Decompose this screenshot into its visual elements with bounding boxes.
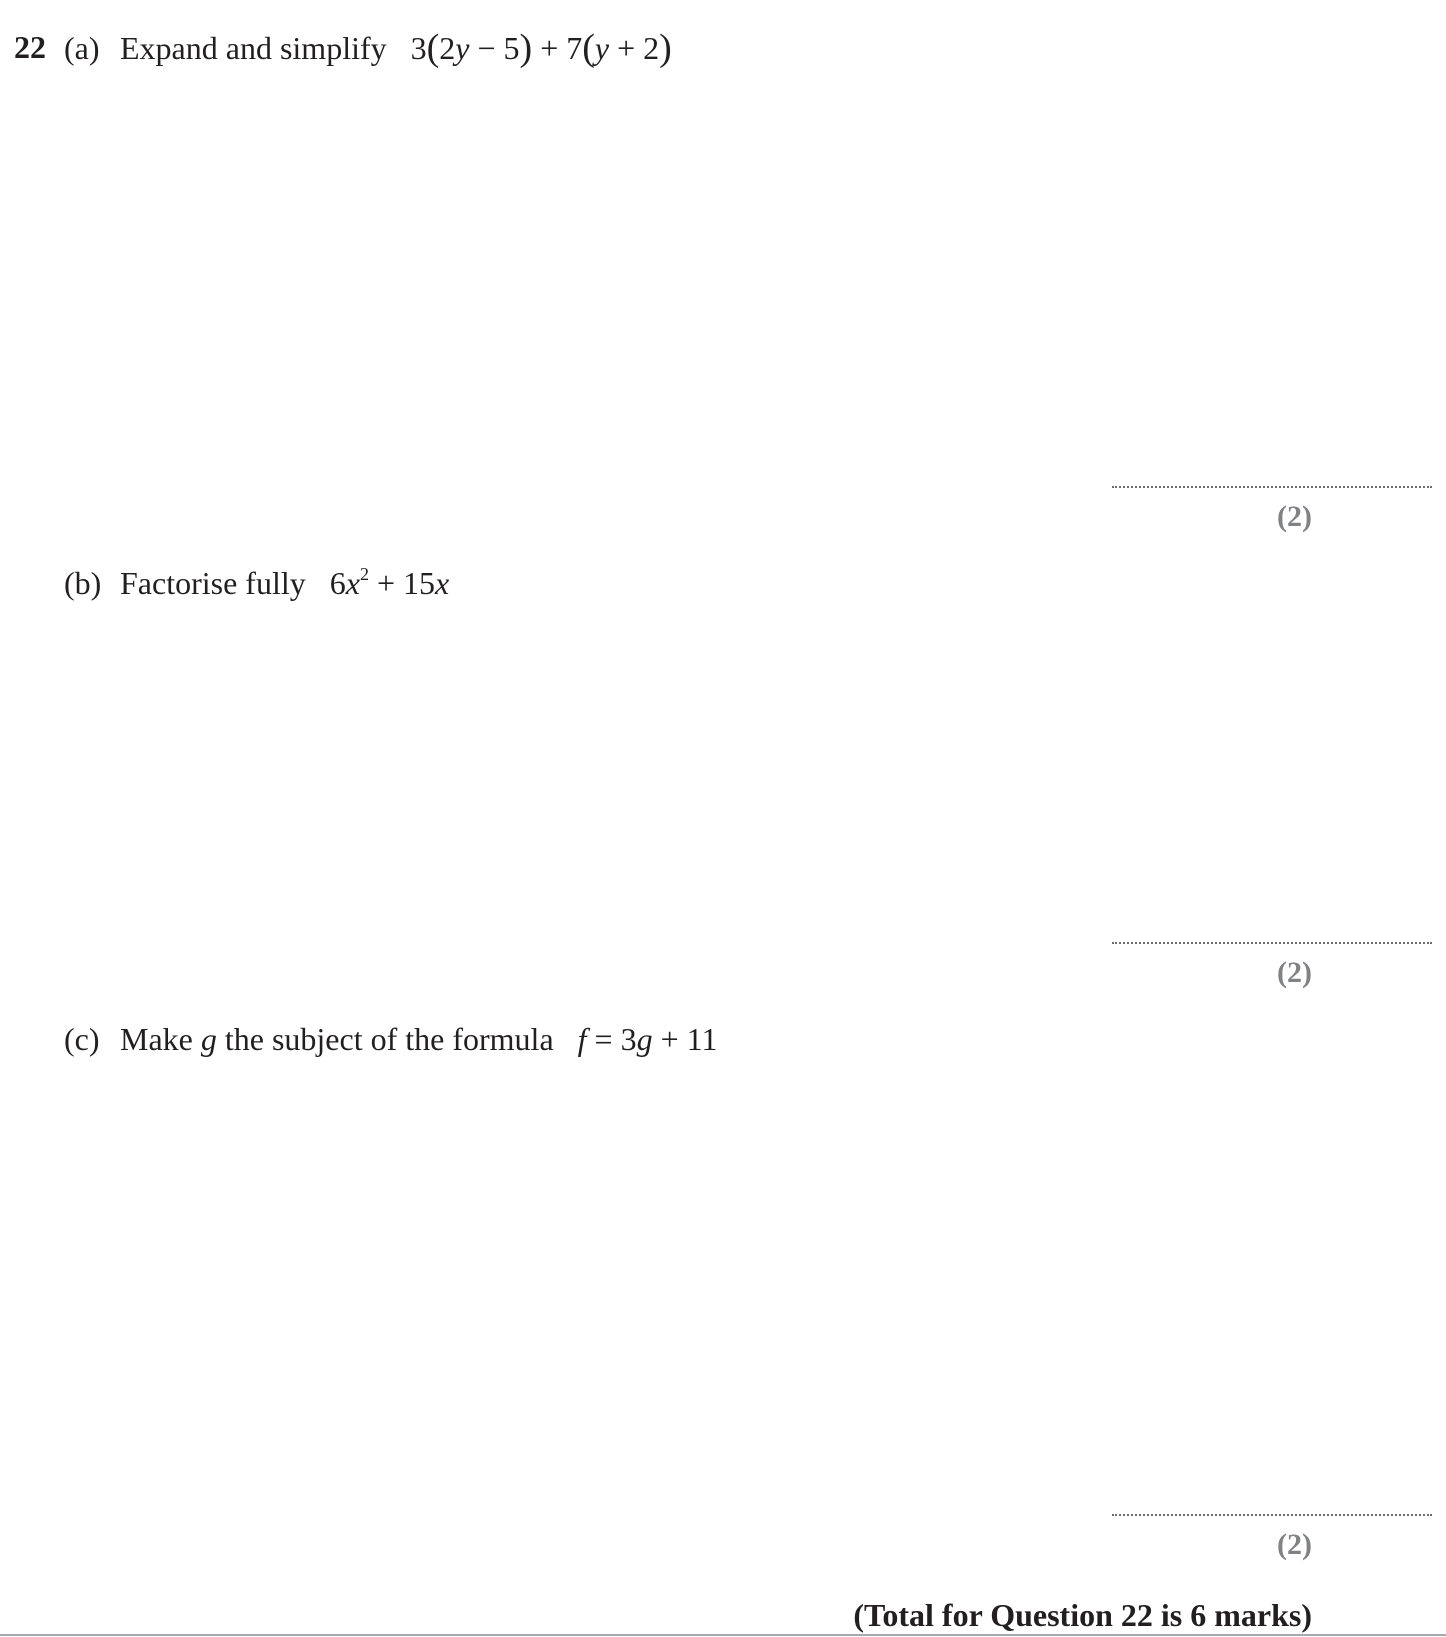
part-c-instruction-pre: Make [120, 1021, 193, 1057]
part-a-expression: 3(2y − 5) + 7(y + 2) [410, 27, 672, 69]
question-number: 22 [14, 29, 46, 65]
part-b-answer-line[interactable] [1112, 942, 1432, 944]
part-c-prompt: (c) Make g the subject of the formula f … [64, 1019, 717, 1059]
part-a-prompt: (a) Expand and simplify 3(2y − 5) + 7(y … [64, 27, 672, 68]
part-c-label: (c) [64, 1021, 100, 1057]
part-b-marks: (2) [1277, 956, 1312, 989]
part-a-marks: (2) [1277, 500, 1312, 533]
part-b-prompt: (b) Factorise fully 6x2 + 15x [64, 563, 449, 603]
part-a-answer-line[interactable] [1112, 486, 1432, 488]
part-b-label: (b) [64, 565, 102, 601]
page-bottom-rule [0, 1634, 1446, 1636]
part-c-subject-var: g [200, 1021, 217, 1057]
part-b-instruction: Factorise fully [120, 565, 306, 601]
part-a-instruction: Expand and simplify [120, 30, 387, 66]
part-c-answer-line[interactable] [1112, 1514, 1432, 1516]
part-b-expression: 6x2 + 15x [329, 564, 450, 601]
question-total: (Total for Question 22 is 6 marks) [853, 1597, 1312, 1633]
part-a-label: (a) [64, 30, 100, 66]
part-c-instruction-post: the subject of the formula [224, 1021, 554, 1057]
part-c-marks: (2) [1277, 1528, 1312, 1561]
part-c-expression: f = 3g + 11 [577, 1021, 718, 1057]
